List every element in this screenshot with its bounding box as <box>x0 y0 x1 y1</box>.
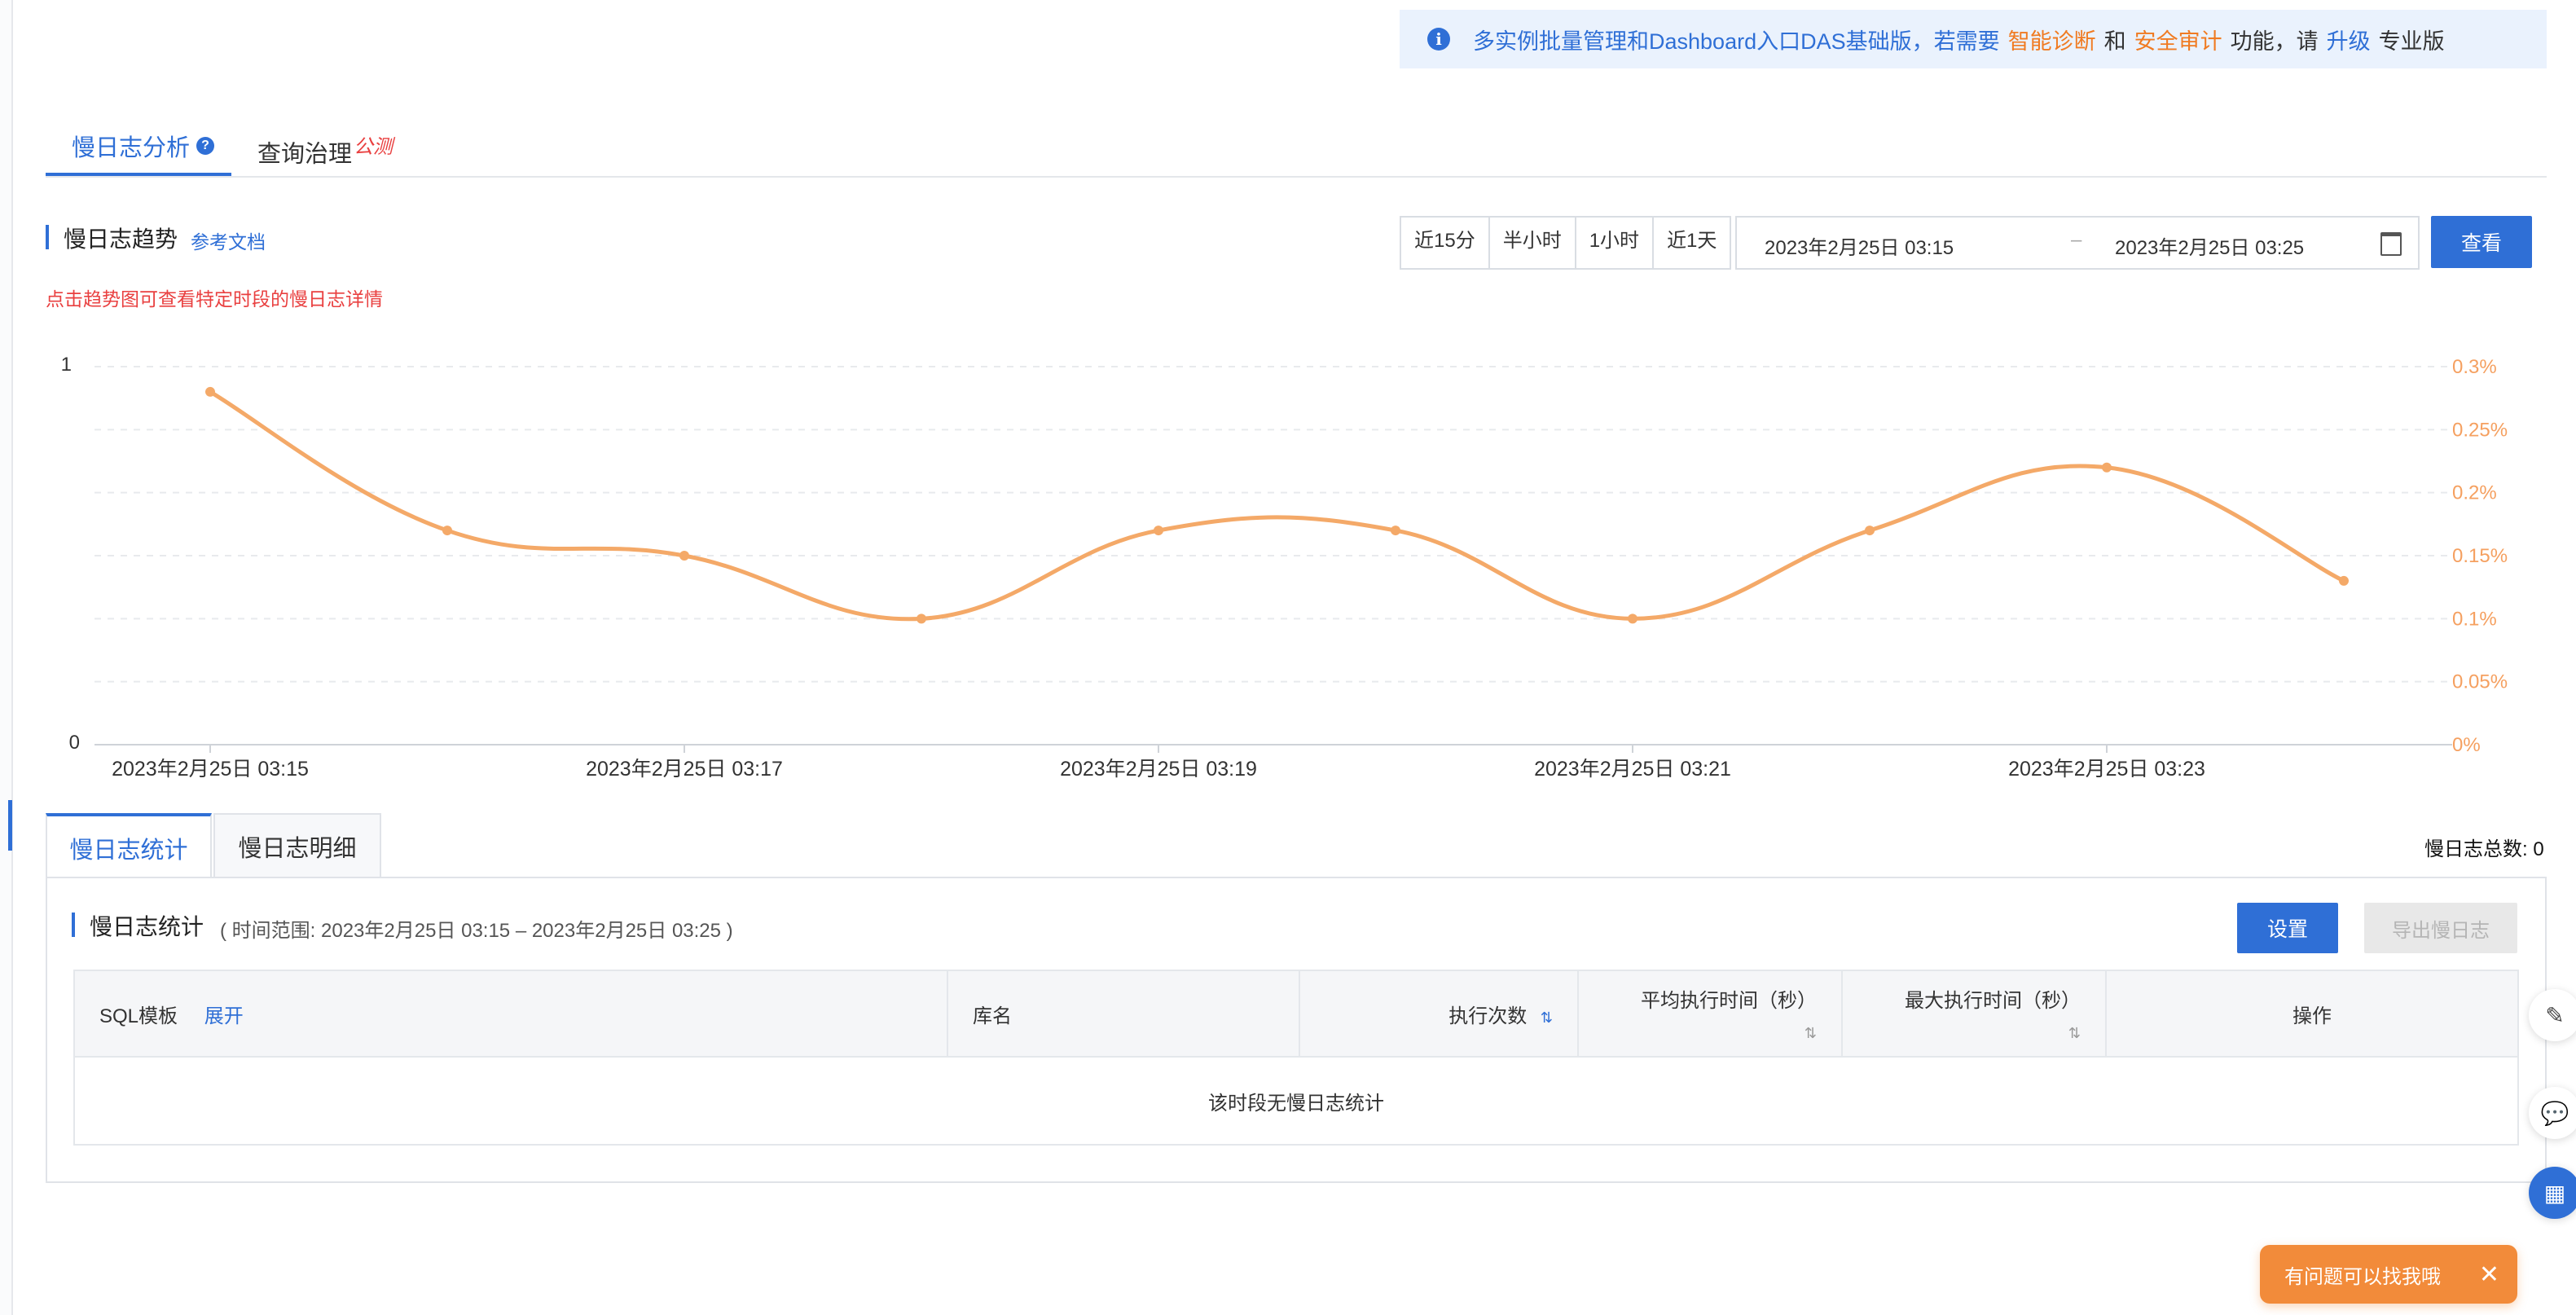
right-axis-tick: 0.05% <box>2452 671 2508 693</box>
range-separator: – <box>2071 229 2082 251</box>
quick-range-15min[interactable]: 近15分 <box>1401 218 1490 268</box>
slow-log-total: 慢日志总数: 0 <box>2424 838 2544 860</box>
left-axis-tick: 1 <box>61 354 72 376</box>
date-range-picker[interactable]: 2023年2月25日 03:15 – 2023年2月25日 03:25 <box>1735 216 2420 270</box>
right-axis-tick: 0.1% <box>2452 608 2497 630</box>
sort-icon[interactable]: ⇅ <box>1805 1025 1817 1042</box>
x-axis-tick: 2023年2月25日 03:19 <box>1060 758 1257 781</box>
help-label: 有问题可以找我哦 <box>2284 1265 2441 1288</box>
table-empty-row: 该时段无慢日志统计 <box>73 1056 2519 1146</box>
close-icon[interactable]: ✕ <box>2479 1260 2499 1289</box>
tab-slow-log-analysis-label: 慢日志分析 <box>72 135 191 161</box>
right-axis-tick: 0% <box>2452 734 2481 756</box>
trend-hint: 点击趋势图可查看特定时段的慢日志详情 <box>46 288 383 310</box>
trend-point[interactable] <box>679 551 689 561</box>
query-button[interactable]: 查看 <box>2431 216 2532 268</box>
x-axis-tick: 2023年2月25日 03:15 <box>112 758 309 781</box>
quick-range-half-hour[interactable]: 半小时 <box>1490 218 1576 268</box>
tab-slow-log-detail[interactable]: 慢日志明细 <box>213 813 381 878</box>
help-bubble[interactable]: 有问题可以找我哦 ✕ <box>2260 1245 2517 1304</box>
quick-range-group: 近15分 半小时 1小时 近1天 <box>1400 216 1732 270</box>
smart-diagnosis-link[interactable]: 智能诊断 <box>2008 24 2096 55</box>
tab-query-governance-label: 查询治理 <box>257 141 353 168</box>
help-question-icon[interactable]: ? <box>196 137 215 155</box>
col-db-name: 库名 <box>947 970 1300 1058</box>
table-header-row: SQL模板 展开 库名 执行次数 ⇅ 平均执行时间（秒） ⇅ 最大执行时间（秒）… <box>73 970 2519 1058</box>
notice-suffix: 专业版 <box>2378 29 2445 54</box>
trend-point[interactable] <box>205 386 215 397</box>
notice-prefix: 多实例批量管理和Dashboard入口DAS基础版，若需要 <box>1473 29 2000 54</box>
security-audit-link[interactable]: 安全审计 <box>2134 24 2222 55</box>
col-actions: 操作 <box>2105 970 2519 1058</box>
quick-range-1hour[interactable]: 1小时 <box>1576 218 1655 268</box>
left-axis-tick: 0 <box>69 732 80 754</box>
chart-grid <box>95 366 2452 745</box>
right-axis-tick: 0.2% <box>2452 482 2497 504</box>
chat-icon[interactable]: 💬 <box>2529 1087 2576 1139</box>
trend-point[interactable] <box>1154 526 1163 536</box>
tab-slow-log-analysis[interactable]: 慢日志分析 ? <box>72 129 215 163</box>
expand-link[interactable]: 展开 <box>204 1005 244 1027</box>
info-icon: i <box>1427 28 1450 51</box>
col-exec-count[interactable]: 执行次数 ⇅ <box>1299 970 1579 1058</box>
trend-point[interactable] <box>917 614 926 624</box>
tabs-divider <box>46 176 2547 178</box>
trend-point[interactable] <box>2102 462 2112 473</box>
slow-log-stats-table: SQL模板 展开 库名 执行次数 ⇅ 平均执行时间（秒） ⇅ 最大执行时间（秒）… <box>73 970 2519 1146</box>
empty-message: 该时段无慢日志统计 <box>73 1056 2519 1146</box>
trend-point[interactable] <box>1391 526 1400 536</box>
settings-button[interactable]: 设置 <box>2237 903 2338 953</box>
export-slow-log-button[interactable]: 导出慢日志 <box>2364 903 2517 953</box>
left-rail-active-marker <box>8 800 12 851</box>
sort-icon[interactable]: ⇅ <box>2068 1025 2081 1042</box>
range-start[interactable]: 2023年2月25日 03:15 <box>1765 231 1954 260</box>
reference-doc-link[interactable]: 参考文档 <box>191 226 266 254</box>
stats-accent-bar <box>72 913 75 937</box>
trend-point[interactable] <box>442 526 452 536</box>
x-axis-tick: 2023年2月25日 03:21 <box>1534 758 1731 781</box>
range-end[interactable]: 2023年2月25日 03:25 <box>2115 231 2304 260</box>
col-sql-template: SQL模板 展开 <box>73 970 948 1058</box>
right-axis-tick: 0.25% <box>2452 419 2508 441</box>
col-sql-template-label: SQL模板 <box>99 1005 178 1027</box>
trend-point[interactable] <box>2339 575 2349 586</box>
right-axis-tick: 0.3% <box>2452 356 2497 378</box>
public-beta-badge: 公测 <box>354 136 393 158</box>
upgrade-notice-banner: i 多实例批量管理和Dashboard入口DAS基础版，若需要 智能诊断 和 安… <box>1400 10 2547 68</box>
upgrade-link[interactable]: 升级 <box>2327 24 2371 55</box>
col-max-time[interactable]: 最大执行时间（秒） ⇅ <box>1841 970 2107 1058</box>
apps-icon[interactable]: ▦ <box>2529 1167 2576 1219</box>
sort-icon[interactable]: ⇅ <box>1541 1009 1553 1027</box>
slow-log-trend-chart[interactable]: 1 0 0.3% 0.25% 0.2% 0.15% 0.1% 0.05% 0% 2023年2… <box>0 342 2576 798</box>
quick-range-1day[interactable]: 近1天 <box>1654 218 1730 268</box>
trend-title: 慢日志趋势 <box>64 226 178 252</box>
col-exec-count-label: 执行次数 <box>1448 1005 1528 1027</box>
col-max-time-label: 最大执行时间（秒） <box>1905 989 2081 1012</box>
tab-slow-log-stats[interactable]: 慢日志统计 <box>46 813 212 880</box>
calendar-icon[interactable] <box>2380 232 2402 256</box>
notice-mid: 功能，请 <box>2230 29 2319 54</box>
edit-icon[interactable]: ✎ <box>2529 989 2576 1041</box>
notice-and: 和 <box>2103 29 2126 54</box>
trend-point[interactable] <box>1628 614 1637 624</box>
stats-title: 慢日志统计 <box>90 914 204 939</box>
section-accent-bar <box>46 225 49 249</box>
tab-query-governance[interactable]: 查询治理公测 <box>257 130 393 169</box>
right-axis-tick: 0.15% <box>2452 545 2508 567</box>
stats-time-range: ( 时间范围: 2023年2月25日 03:15 – 2023年2月25日 03… <box>220 920 733 942</box>
trend-line <box>209 389 2345 622</box>
col-avg-time-label: 平均执行时间（秒） <box>1641 989 1817 1012</box>
col-avg-time[interactable]: 平均执行时间（秒） ⇅ <box>1577 970 1843 1058</box>
trend-points <box>205 386 2349 624</box>
x-axis-tick: 2023年2月25日 03:17 <box>586 758 783 781</box>
x-axis-tick: 2023年2月25日 03:23 <box>2008 758 2205 781</box>
trend-point[interactable] <box>1865 526 1875 536</box>
